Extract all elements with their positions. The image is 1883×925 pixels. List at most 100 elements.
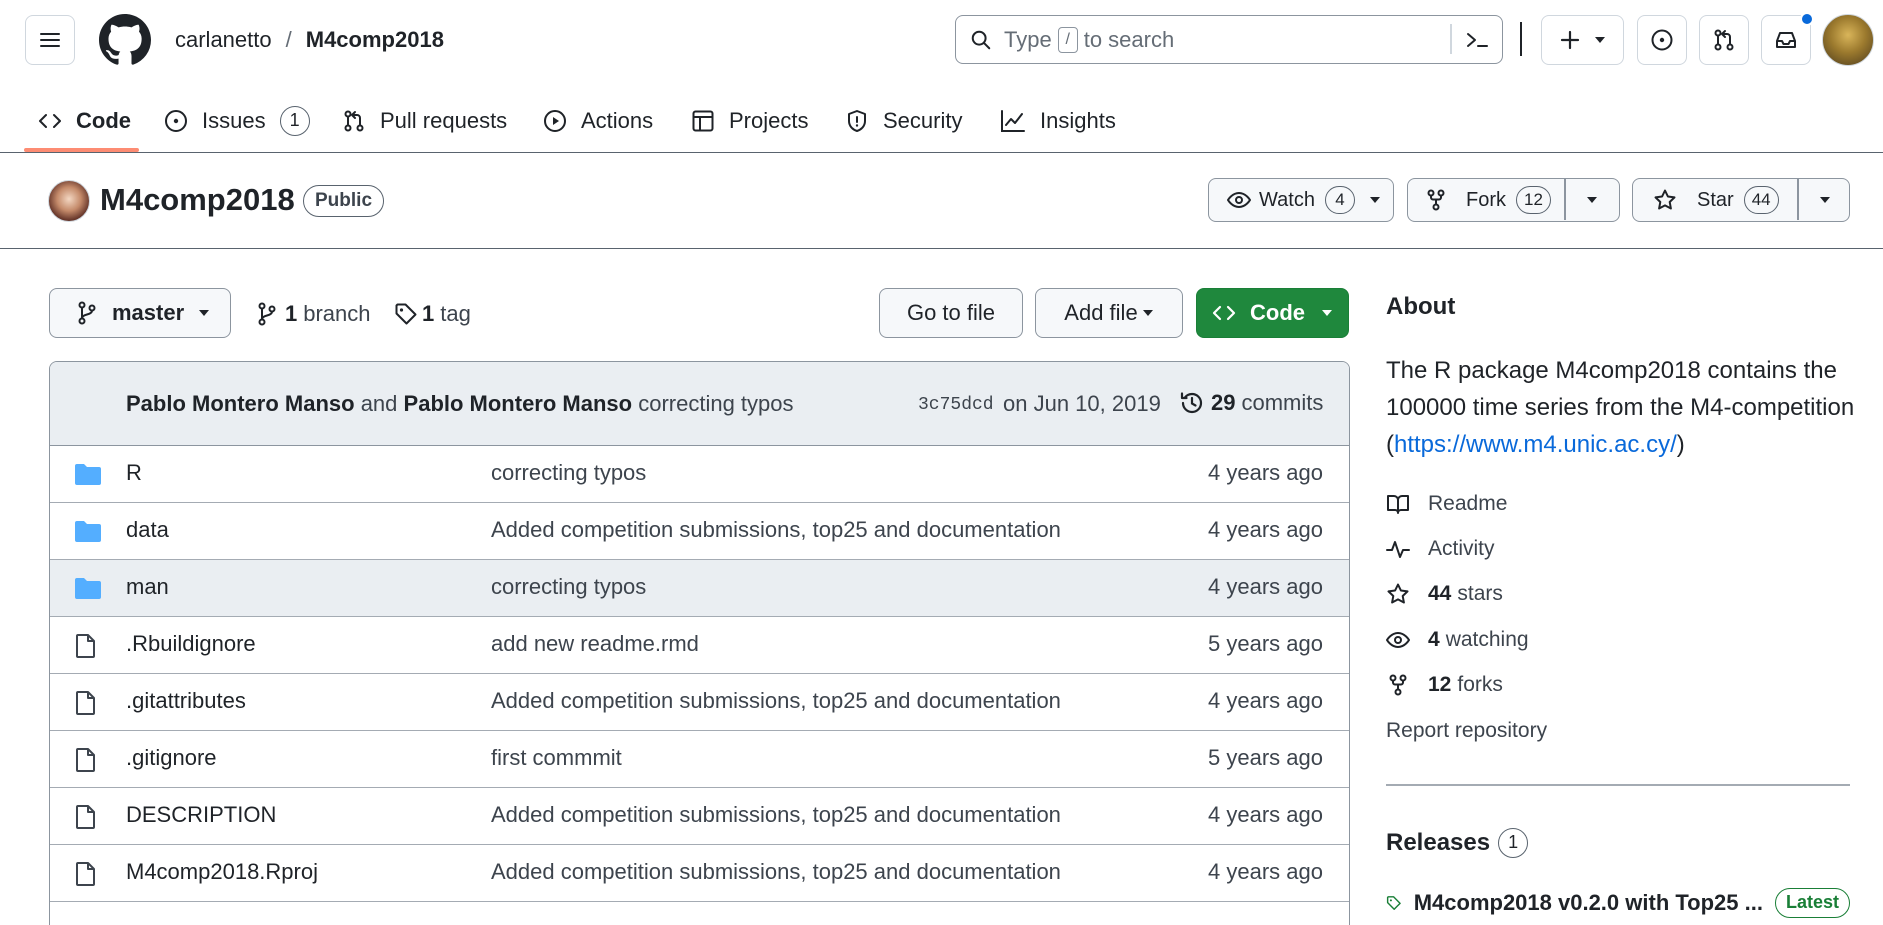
owner-link[interactable]: carlanetto	[175, 27, 272, 53]
owner-avatar[interactable]	[48, 180, 90, 222]
issues-button[interactable]	[1637, 15, 1687, 65]
file-commit-message[interactable]: Added competition submissions, top25 and…	[491, 859, 1061, 885]
file-commit-message[interactable]: Added competition submissions, top25 and…	[491, 517, 1061, 543]
file-name[interactable]: M4comp2018.Rproj	[126, 859, 318, 885]
branches-link[interactable]: 1 branch	[257, 301, 371, 327]
file-age: 4 years ago	[1208, 802, 1323, 827]
search-input[interactable]: Type / to search	[955, 15, 1503, 64]
repo-link[interactable]: M4comp2018	[306, 27, 444, 53]
file-name[interactable]: R	[126, 460, 142, 486]
file-commit-message[interactable]: first commmit	[491, 745, 622, 771]
fork-button[interactable]: Fork 12	[1407, 178, 1620, 222]
create-new-button[interactable]	[1541, 15, 1624, 65]
pull-requests-button[interactable]	[1699, 15, 1749, 65]
star-divider	[1797, 179, 1799, 220]
sidebar-divider	[1386, 784, 1850, 786]
issues-counter: 1	[279, 106, 310, 136]
table-icon	[692, 110, 714, 132]
star-button[interactable]: Star 44	[1632, 178, 1850, 222]
readme-link[interactable]: Readme	[1386, 492, 1507, 516]
tab-issues[interactable]: Issues 1	[164, 90, 310, 152]
activity-link[interactable]: Activity	[1386, 537, 1495, 561]
branch-select[interactable]: master	[49, 288, 231, 338]
latest-badge: Latest	[1774, 888, 1850, 918]
file-name[interactable]: DESCRIPTION	[126, 802, 276, 828]
file-row[interactable]: DESCRIPTION Added competition submissions…	[50, 788, 1349, 845]
fork-icon	[1389, 674, 1407, 696]
tab-pull-requests[interactable]: Pull requests	[342, 90, 507, 152]
homepage-link[interactable]: https://www.m4.unic.ac.cy/	[1394, 431, 1677, 458]
file-name[interactable]: .gitattributes	[126, 688, 246, 714]
tab-projects-label: Projects	[729, 108, 809, 133]
pulse-icon	[1386, 541, 1410, 558]
caret-down-icon	[1322, 310, 1332, 316]
file-age: 4 years ago	[1208, 574, 1323, 599]
file-row[interactable]: .gitattributes Added competition submissi…	[50, 674, 1349, 731]
search-placeholder-prefix: Type	[1004, 26, 1052, 52]
add-file-button[interactable]: Add file	[1035, 288, 1183, 338]
file-commit-message[interactable]: Added competition submissions, top25 and…	[491, 688, 1061, 714]
file-icon	[76, 748, 95, 772]
hamburger-icon	[40, 33, 60, 47]
latest-release[interactable]: M4comp2018 v0.2.0 with Top25 ... Latest	[1386, 888, 1850, 918]
tab-projects[interactable]: Projects	[691, 90, 808, 152]
file-row[interactable]: M4comp2018.Rproj Added competition submis…	[50, 845, 1349, 902]
caret-down-icon[interactable]	[1819, 196, 1831, 204]
file-icon	[76, 634, 95, 658]
file-name[interactable]: .Rbuildignore	[126, 631, 256, 657]
file-name[interactable]: data	[126, 517, 169, 543]
tab-code[interactable]: Code	[38, 90, 131, 152]
file-row[interactable]: .Rbuildignore add new readme.rmd 5 years a…	[50, 617, 1349, 674]
watch-button[interactable]: Watch 4	[1208, 178, 1394, 222]
releases-count: 1	[1498, 828, 1529, 858]
tab-security[interactable]: Security	[845, 90, 962, 152]
file-commit-message[interactable]: correcting typos	[491, 460, 646, 486]
file-commit-message[interactable]: add new readme.rmd	[491, 631, 699, 657]
commits-count: 29	[1211, 390, 1236, 415]
github-logo[interactable]	[99, 14, 151, 66]
latest-commit-bar: Pablo Montero Manso and Pablo Montero Ma…	[50, 362, 1349, 446]
tab-actions[interactable]: Actions	[543, 90, 653, 152]
commits-link[interactable]: 29 commits	[1179, 390, 1323, 416]
tab-code-label: Code	[76, 108, 131, 133]
caret-down-icon[interactable]	[1586, 196, 1598, 204]
file-name[interactable]: .gitignore	[126, 745, 217, 771]
commit-author-2[interactable]: Pablo Montero Manso	[404, 391, 633, 416]
repo-title[interactable]: M4comp2018	[100, 182, 295, 218]
file-row[interactable]: man correcting typos 4 years ago	[50, 560, 1349, 617]
stars-link[interactable]: 44 stars	[1386, 582, 1503, 606]
tab-insights[interactable]: Insights	[1000, 90, 1116, 152]
file-row[interactable]: data Added competition submissions, top25…	[50, 503, 1349, 560]
tags-link[interactable]: 1 tag	[394, 301, 471, 327]
issue-icon	[165, 110, 187, 132]
watchers-link[interactable]: 4 watching	[1386, 628, 1529, 652]
caret-down-icon	[1594, 37, 1605, 43]
forks-link[interactable]: 12 forks	[1386, 673, 1503, 697]
eye-icon	[1386, 631, 1410, 649]
graph-icon	[1001, 110, 1025, 132]
file-commit-message[interactable]: correcting typos	[491, 574, 646, 600]
branches-count: 1	[285, 301, 298, 326]
command-palette-icon[interactable]	[1464, 28, 1490, 52]
file-row[interactable]: .gitignore first commmit 5 years ago	[50, 731, 1349, 788]
releases-heading[interactable]: Releases 1	[1386, 828, 1529, 858]
avatar[interactable]	[1822, 14, 1874, 66]
breadcrumb: carlanetto / M4comp2018	[175, 27, 444, 53]
menu-button[interactable]	[25, 15, 75, 65]
file-commit-message[interactable]: Added competition submissions, top25 and…	[491, 802, 1061, 828]
commit-sha[interactable]: 3c75dcd	[918, 395, 994, 415]
commit-message[interactable]: correcting typos	[638, 391, 793, 416]
breadcrumb-separator: /	[285, 27, 292, 52]
code-icon	[1212, 305, 1236, 321]
eye-icon	[1227, 191, 1251, 209]
code-button[interactable]: Code	[1196, 288, 1349, 338]
file-row[interactable]: Rcorrecting typos 4 years ago	[50, 446, 1349, 503]
star-icon	[1387, 583, 1409, 604]
commit-author-1[interactable]: Pablo Montero Manso	[126, 391, 355, 416]
tab-security-label: Security	[883, 108, 963, 133]
report-repository-link[interactable]: Report repository	[1386, 719, 1547, 743]
file-name[interactable]: man	[126, 574, 169, 600]
file-icon	[76, 862, 95, 886]
tag-icon	[395, 303, 417, 325]
go-to-file-button[interactable]: Go to file	[879, 288, 1023, 338]
